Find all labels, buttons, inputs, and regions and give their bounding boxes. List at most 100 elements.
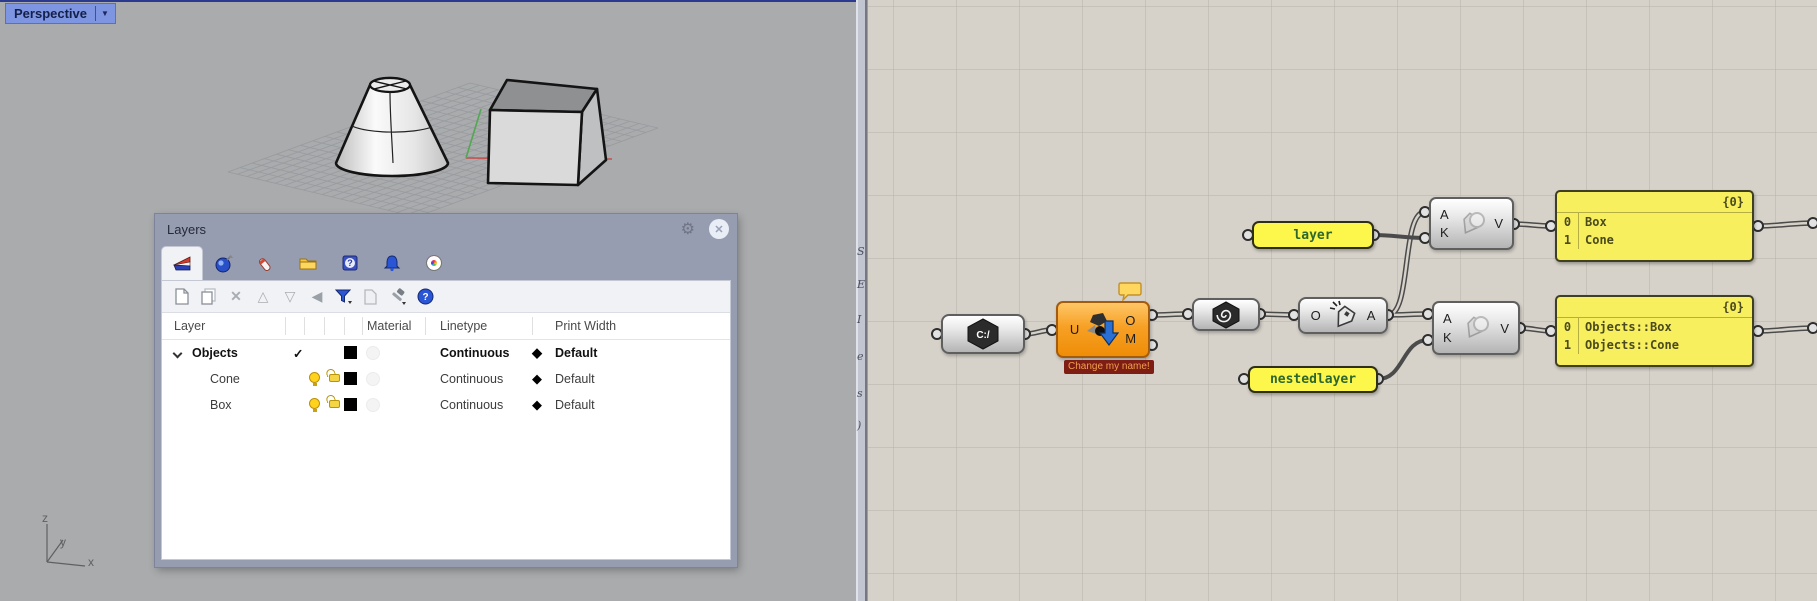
port-o[interactable]: O (1311, 309, 1321, 322)
layer-row-objects[interactable]: Objects ✓ Continuous ◆ Default (162, 340, 730, 366)
column-header-print-width[interactable]: Print Width (555, 319, 616, 333)
panel-title: Layers (167, 222, 681, 237)
layer-row-cone[interactable]: Cone Continuous ◆ Default (162, 366, 730, 392)
unlock-icon[interactable] (329, 369, 340, 385)
clipped-text-fragment: ) (857, 419, 866, 432)
filter-icon[interactable] (334, 287, 354, 307)
layer-print-width[interactable]: Default (555, 346, 597, 360)
column-header-material[interactable]: Material (367, 319, 411, 333)
rhino-viewport[interactable]: z y x Perspective ▼ Layers ⚙ ✕ (0, 0, 856, 601)
layer-print-width[interactable]: Default (555, 372, 595, 386)
item-tag-component[interactable]: O A (1298, 297, 1388, 334)
layer-linetype[interactable]: Continuous (440, 346, 509, 360)
drive-path-icon: C:/ (961, 317, 1005, 351)
viewport-tab-label: Perspective (14, 6, 95, 21)
path-node-label: C:/ (976, 330, 990, 341)
tab-folder[interactable] (287, 246, 329, 280)
move-up-icon[interactable]: △ (253, 287, 273, 307)
previous-icon[interactable]: ◀ (307, 287, 327, 307)
gear-icon[interactable]: ⚙ (681, 219, 695, 239)
app-window: z y x Perspective ▼ Layers ⚙ ✕ (0, 0, 1817, 601)
layer-print-width[interactable]: Default (555, 398, 595, 412)
column-header-linetype[interactable]: Linetype (440, 319, 487, 333)
balloon-marker-icon[interactable] (1118, 281, 1142, 301)
clipped-text-fragment: e (857, 350, 866, 363)
visibility-bulb-icon[interactable] (309, 372, 320, 386)
nestedlayer-text-capsule[interactable]: nestedlayer (1248, 366, 1378, 393)
layers-panel-tabs: ? (155, 244, 737, 280)
branch-path-label: {0} (1722, 300, 1744, 314)
tab-layers[interactable] (161, 246, 203, 280)
layer-color-swatch[interactable] (344, 346, 357, 362)
close-icon[interactable]: ✕ (709, 219, 729, 239)
port-a[interactable]: A (1443, 312, 1452, 325)
color-wheel-icon (426, 255, 442, 271)
port-k[interactable]: K (1440, 226, 1449, 239)
layers-panel-titlebar: Layers ⚙ ✕ (155, 214, 737, 244)
grasshopper-canvas[interactable]: C:/ U O M Change my name! (868, 0, 1817, 601)
tab-help-box[interactable]: ? (329, 246, 371, 280)
path-component[interactable]: C:/ (941, 314, 1025, 354)
tab-notifications[interactable] (371, 246, 413, 280)
layers-panel-content: ✕ △ ▽ ◀ ? Layer (161, 280, 731, 560)
layer-name[interactable]: Cone (210, 372, 240, 386)
delete-icon[interactable]: ✕ (226, 287, 246, 307)
material-swatch[interactable] (366, 372, 380, 389)
modify-object-icon (1083, 311, 1121, 349)
port-m[interactable]: M (1125, 332, 1136, 345)
layer-text-capsule[interactable]: layer (1252, 221, 1374, 249)
axis-label-z: z (42, 511, 48, 525)
move-down-icon[interactable]: ▽ (280, 287, 300, 307)
copy-layer-icon[interactable] (199, 287, 219, 307)
tag-magnifier-icon (1458, 311, 1494, 345)
branch-path-label: {0} (1722, 195, 1744, 209)
window-split-edge[interactable]: S E I e s ) (856, 0, 868, 601)
layer-color-swatch[interactable] (344, 372, 357, 388)
output-panel-bottom[interactable]: {0} 0 Objects::Box 1 Objects::Cone (1555, 295, 1754, 367)
port-o[interactable]: O (1125, 314, 1136, 327)
get-value-component-bottom[interactable]: A K V (1432, 301, 1520, 355)
report-icon[interactable] (361, 287, 381, 307)
layer-color-swatch[interactable] (344, 398, 357, 414)
material-swatch[interactable] (366, 398, 380, 415)
help-box-icon: ? (340, 253, 360, 273)
cone-object[interactable] (336, 78, 448, 176)
clipped-text-fragment: E (857, 278, 866, 291)
tab-display[interactable] (413, 246, 455, 280)
port-v[interactable]: V (1500, 322, 1518, 335)
help-icon[interactable]: ? (415, 287, 435, 307)
tools-icon[interactable] (388, 287, 408, 307)
port-u[interactable]: U (1070, 323, 1079, 336)
row-value: Objects::Box (1578, 320, 1672, 334)
port-k[interactable]: K (1443, 331, 1452, 344)
layer-linetype[interactable]: Continuous (440, 372, 503, 386)
row-index: 1 (1557, 233, 1578, 247)
object-cache-component[interactable] (1192, 298, 1260, 331)
material-swatch[interactable] (366, 346, 380, 363)
port-a[interactable]: A (1367, 309, 1376, 322)
layers-toolbar: ✕ △ ▽ ◀ ? (162, 281, 730, 313)
new-layer-icon[interactable] (172, 287, 192, 307)
current-layer-check-icon[interactable]: ✓ (293, 346, 303, 361)
port-v[interactable]: V (1494, 217, 1512, 230)
layer-linetype[interactable]: Continuous (440, 398, 503, 412)
port-a[interactable]: A (1440, 208, 1449, 221)
layer-name[interactable]: Box (210, 398, 232, 412)
tab-annotate[interactable] (245, 246, 287, 280)
column-header-layer[interactable]: Layer (174, 319, 205, 333)
viewport-tab-perspective[interactable]: Perspective ▼ (5, 3, 116, 24)
get-value-component-top[interactable]: A K V (1429, 197, 1514, 250)
visibility-bulb-icon[interactable] (309, 398, 320, 412)
print-width-diamond-icon: ◆ (532, 345, 542, 361)
expand-chevron-icon[interactable] (174, 346, 181, 360)
layer-row-box[interactable]: Box Continuous ◆ Default (162, 392, 730, 418)
tab-materials[interactable] (203, 246, 245, 280)
box-object[interactable] (488, 80, 606, 185)
panel-row: 0 Objects::Box (1557, 318, 1752, 336)
modify-object-component[interactable]: U O M (1056, 301, 1150, 358)
output-panel-top[interactable]: {0} 0 Box 1 Cone (1555, 190, 1754, 262)
chevron-down-icon[interactable]: ▼ (99, 9, 111, 18)
axis-gizmo-labels: z y x (42, 511, 94, 569)
unlock-icon[interactable] (329, 395, 340, 411)
layer-name[interactable]: Objects (192, 346, 238, 360)
